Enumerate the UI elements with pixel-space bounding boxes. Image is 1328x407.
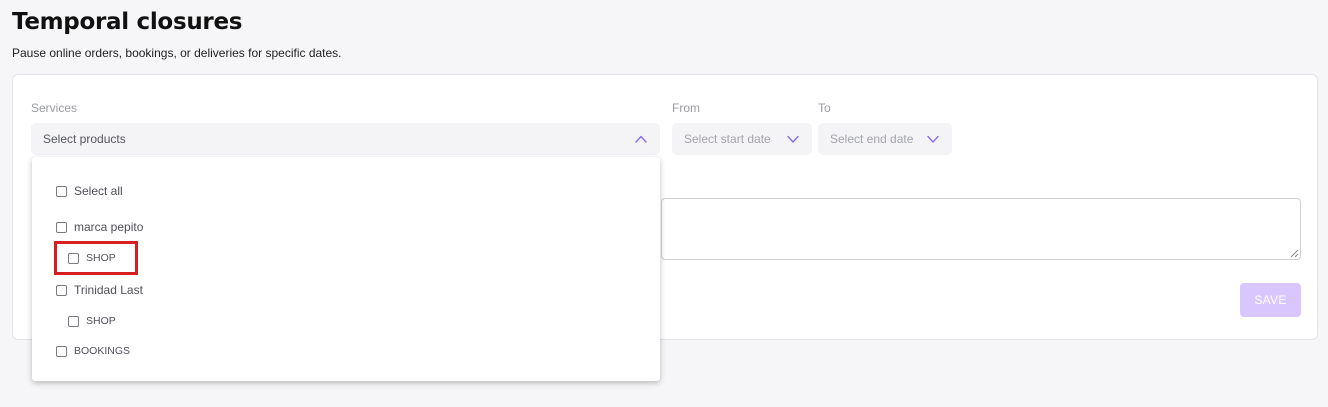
option-select-all[interactable]: Select all: [56, 184, 123, 198]
option-bookings[interactable]: BOOKINGS: [56, 345, 130, 357]
start-date-value: Select start date: [684, 132, 771, 146]
option-label: BOOKINGS: [74, 345, 131, 357]
checkbox[interactable]: [56, 221, 67, 233]
option-label: marca pepito: [74, 220, 144, 234]
chevron-up-icon[interactable]: [634, 132, 648, 146]
page-title: Temporal closures: [12, 9, 243, 35]
option-label: Trinidad Last: [74, 283, 143, 297]
notes-textarea[interactable]: [661, 198, 1301, 260]
highlight-box: [54, 241, 138, 275]
checkbox[interactable]: [56, 345, 67, 357]
services-dropdown: Select all marca pepito SHOP Trinidad La…: [32, 157, 660, 381]
start-date-select[interactable]: Select start date: [672, 123, 812, 155]
end-date-value: Select end date: [830, 132, 914, 146]
from-label: From: [672, 101, 700, 115]
checkbox[interactable]: [56, 185, 67, 197]
option-label: SHOP: [86, 315, 116, 327]
services-label: Services: [31, 101, 78, 115]
option-marca-pepito[interactable]: marca pepito: [56, 220, 143, 234]
checkbox[interactable]: [56, 284, 67, 296]
resize-grip-icon[interactable]: [1290, 249, 1299, 258]
services-select[interactable]: Select products: [31, 123, 660, 155]
option-label: Select all: [74, 184, 123, 198]
option-shop-trinidad-last[interactable]: SHOP: [68, 315, 116, 327]
to-label: To: [818, 101, 831, 115]
save-button[interactable]: SAVE: [1240, 283, 1301, 317]
chevron-down-icon[interactable]: [786, 132, 800, 146]
end-date-select[interactable]: Select end date: [818, 123, 952, 155]
chevron-down-icon[interactable]: [926, 132, 940, 146]
page-subtitle: Pause online orders, bookings, or delive…: [12, 46, 342, 60]
option-trinidad-last[interactable]: Trinidad Last: [56, 283, 143, 297]
services-select-value: Select products: [43, 132, 126, 146]
checkbox[interactable]: [68, 315, 79, 327]
